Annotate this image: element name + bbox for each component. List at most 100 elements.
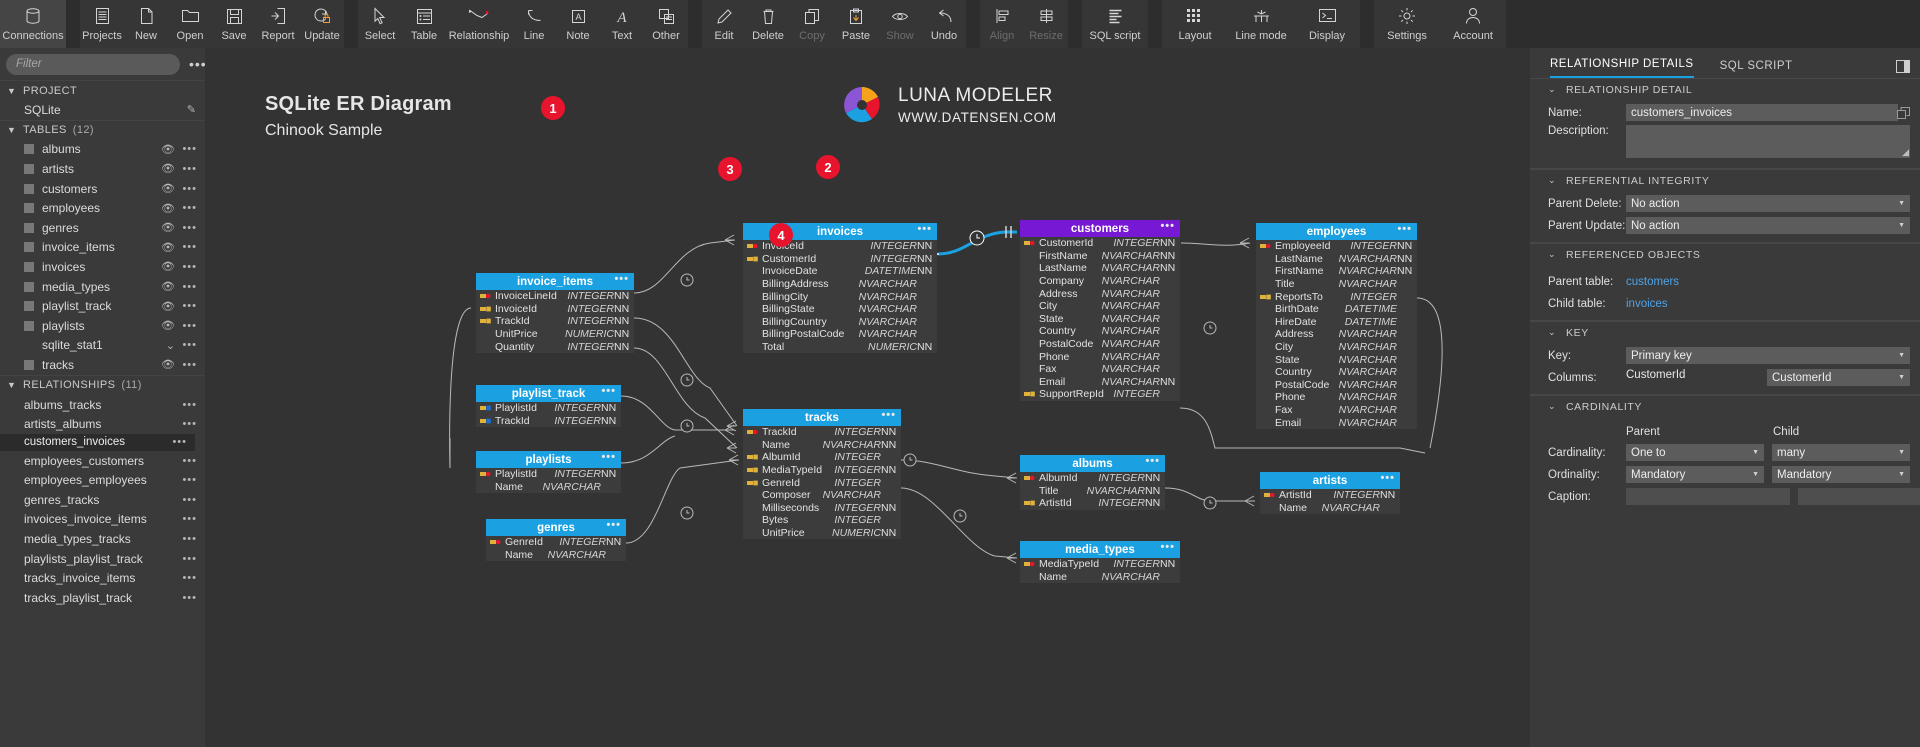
toolbar-button-note[interactable]: A Note bbox=[556, 0, 600, 48]
sidebar-table-albums[interactable]: albums 👁 ••• bbox=[0, 140, 205, 160]
toolbar-button-sql-script[interactable]: SQL script bbox=[1082, 0, 1148, 48]
relationship-description-textarea[interactable]: ◢ bbox=[1626, 125, 1910, 158]
caption-child-input[interactable] bbox=[1798, 488, 1920, 505]
toolbar-button-text[interactable]: A Text bbox=[600, 0, 644, 48]
sidebar-table-genres[interactable]: genres 👁 ••• bbox=[0, 218, 205, 238]
er-table-more-icon[interactable]: ••• bbox=[601, 452, 616, 463]
table-more-icon[interactable]: ••• bbox=[182, 203, 197, 214]
toolbar-button-other[interactable]: Other bbox=[644, 0, 688, 48]
er-table-more-icon[interactable]: ••• bbox=[1145, 456, 1160, 467]
toolbar-button-edit[interactable]: Edit bbox=[702, 0, 746, 48]
sidebar-relationship-invoices_invoice_items[interactable]: invoices_invoice_items ••• bbox=[0, 510, 205, 530]
toolbar-button-align[interactable]: Align bbox=[980, 0, 1024, 48]
table-more-icon[interactable]: ••• bbox=[182, 281, 197, 292]
table-more-icon[interactable]: ••• bbox=[182, 183, 197, 194]
er-table-more-icon[interactable]: ••• bbox=[1397, 224, 1412, 235]
er-table-genres[interactable]: genres ••• GenreId INTEGER NN Name NVARCHAR bbox=[486, 519, 626, 562]
er-table-playlists[interactable]: playlists ••• PlaylistId INTEGER NN Name NVARC… bbox=[476, 451, 621, 494]
toolbar-button-table[interactable]: Table bbox=[402, 0, 446, 48]
er-table-more-icon[interactable]: ••• bbox=[614, 274, 629, 285]
er-table-more-icon[interactable]: ••• bbox=[881, 410, 896, 421]
sidebar-table-playlist_track[interactable]: playlist_track 👁 ••• bbox=[0, 296, 205, 316]
toolbar-button-resize[interactable]: Resize bbox=[1024, 0, 1068, 48]
parent-table-link[interactable]: customers bbox=[1626, 276, 1679, 288]
toolbar-button-settings[interactable]: Settings bbox=[1374, 0, 1440, 48]
table-more-icon[interactable]: ••• bbox=[182, 242, 197, 253]
eye-icon[interactable]: 👁 bbox=[161, 280, 175, 293]
relationship-more-icon[interactable]: ••• bbox=[182, 573, 197, 584]
edit-project-icon[interactable]: ✎ bbox=[187, 104, 197, 115]
cardinality-child-select[interactable]: many ▼ bbox=[1772, 444, 1910, 461]
er-table-more-icon[interactable]: ••• bbox=[1380, 473, 1395, 484]
group-relationship-detail[interactable]: ⌄ RELATIONSHIP DETAIL bbox=[1530, 78, 1920, 100]
sidebar-relationship-genres_tracks[interactable]: genres_tracks ••• bbox=[0, 490, 205, 510]
er-table-more-icon[interactable]: ••• bbox=[917, 224, 932, 235]
toolbar-button-open[interactable]: Open bbox=[168, 0, 212, 48]
sidebar-table-playlists[interactable]: playlists 👁 ••• bbox=[0, 316, 205, 336]
collapse-panel-icon[interactable] bbox=[1896, 60, 1910, 73]
er-table-invoice_items[interactable]: invoice_items ••• InvoiceLineId INTEGER NN In… bbox=[476, 273, 634, 353]
er-table-tracks[interactable]: tracks ••• TrackId INTEGER NN Name NVARCHAR NN A… bbox=[743, 409, 901, 540]
toolbar-button-new[interactable]: New bbox=[124, 0, 168, 48]
relationship-name-input[interactable] bbox=[1626, 104, 1898, 121]
chevron-down-icon[interactable]: ⌄ bbox=[166, 339, 175, 352]
eye-icon[interactable]: 👁 bbox=[161, 162, 175, 175]
group-cardinality[interactable]: ⌄ CARDINALITY bbox=[1530, 395, 1920, 417]
er-table-header[interactable]: employees ••• bbox=[1256, 223, 1417, 240]
relationship-more-icon[interactable]: ••• bbox=[182, 514, 197, 525]
sidebar-relationship-employees_customers[interactable]: employees_customers ••• bbox=[0, 451, 205, 471]
section-project[interactable]: ▼ PROJECT bbox=[0, 80, 205, 100]
ordinality-child-select[interactable]: Mandatory ▼ bbox=[1772, 466, 1910, 483]
tab-relationship-details[interactable]: RELATIONSHIP DETAILS bbox=[1550, 58, 1694, 78]
section-relationships[interactable]: ▼ RELATIONSHIPS (11) bbox=[0, 374, 205, 395]
er-table-header[interactable]: media_types ••• bbox=[1020, 541, 1180, 558]
sidebar-relationship-artists_albums[interactable]: artists_albums ••• bbox=[0, 414, 205, 434]
sidebar-table-employees[interactable]: employees 👁 ••• bbox=[0, 198, 205, 218]
tab-sql-script[interactable]: SQL SCRIPT bbox=[1720, 60, 1793, 78]
relationship-more-icon[interactable]: ••• bbox=[182, 399, 197, 410]
relationship-more-icon[interactable]: ••• bbox=[182, 553, 197, 564]
sidebar-item-project-sqlite[interactable]: SQLite ✎ bbox=[0, 100, 205, 120]
er-table-header[interactable]: invoice_items ••• bbox=[476, 273, 634, 290]
copy-name-icon[interactable] bbox=[1897, 106, 1910, 119]
er-table-header[interactable]: genres ••• bbox=[486, 519, 626, 536]
sidebar-table-sqlite_stat1[interactable]: sqlite_stat1 ⌄ ••• bbox=[0, 336, 205, 356]
toolbar-button-update[interactable]: Update bbox=[300, 0, 344, 48]
group-referenced-objects[interactable]: ⌄ REFERENCED OBJECTS bbox=[1530, 243, 1920, 265]
table-more-icon[interactable]: ••• bbox=[182, 359, 197, 370]
relationship-more-icon[interactable]: ••• bbox=[172, 437, 187, 448]
diagram-canvas[interactable]: SQLite ER Diagram Chinook Sample LUNA MO… bbox=[205, 48, 1530, 747]
sidebar-relationship-albums_tracks[interactable]: albums_tracks ••• bbox=[0, 395, 205, 415]
relationship-more-icon[interactable]: ••• bbox=[182, 419, 197, 430]
key-select[interactable]: Primary key ▼ bbox=[1626, 347, 1910, 364]
sidebar-relationship-tracks_invoice_items[interactable]: tracks_invoice_items ••• bbox=[0, 568, 205, 588]
er-table-header[interactable]: playlist_track ••• bbox=[476, 385, 621, 402]
sidebar-table-customers[interactable]: customers 👁 ••• bbox=[0, 179, 205, 199]
table-more-icon[interactable]: ••• bbox=[182, 340, 197, 351]
parent-delete-select[interactable]: No action ▼ bbox=[1626, 195, 1910, 212]
toolbar-button-show[interactable]: Show bbox=[878, 0, 922, 48]
toolbar-button-display[interactable]: Display bbox=[1294, 0, 1360, 48]
caption-parent-input[interactable] bbox=[1626, 488, 1790, 505]
group-key[interactable]: ⌄ KEY bbox=[1530, 321, 1920, 343]
toolbar-button-line-mode[interactable]: Line mode bbox=[1228, 0, 1294, 48]
group-referential-integrity[interactable]: ⌄ REFERENTIAL INTEGRITY bbox=[1530, 169, 1920, 191]
columns-child-select[interactable]: CustomerId ▼ bbox=[1767, 369, 1910, 386]
resize-grip-icon[interactable]: ◢ bbox=[1902, 147, 1909, 158]
er-table-albums[interactable]: albums ••• AlbumId INTEGER NN Title NVARCHAR NN… bbox=[1020, 455, 1165, 510]
table-more-icon[interactable]: ••• bbox=[182, 320, 197, 331]
relationship-more-icon[interactable]: ••• bbox=[182, 494, 197, 505]
er-table-more-icon[interactable]: ••• bbox=[1160, 542, 1175, 553]
er-table-media_types[interactable]: media_types ••• MediaTypeId INTEGER NN Name NV… bbox=[1020, 541, 1180, 584]
toolbar-button-account[interactable]: Account bbox=[1440, 0, 1506, 48]
er-table-header[interactable]: playlists ••• bbox=[476, 451, 621, 468]
eye-icon[interactable]: 👁 bbox=[161, 319, 175, 332]
toolbar-button-select[interactable]: Select bbox=[358, 0, 402, 48]
toolbar-button-delete[interactable]: Delete bbox=[746, 0, 790, 48]
er-table-header[interactable]: artists ••• bbox=[1260, 472, 1400, 489]
eye-icon[interactable]: 👁 bbox=[161, 260, 175, 273]
eye-icon[interactable]: 👁 bbox=[161, 358, 175, 371]
sidebar-relationship-tracks_playlist_track[interactable]: tracks_playlist_track ••• bbox=[0, 588, 205, 608]
toolbar-button-line[interactable]: Line bbox=[512, 0, 556, 48]
toolbar-button-paste[interactable]: Paste bbox=[834, 0, 878, 48]
